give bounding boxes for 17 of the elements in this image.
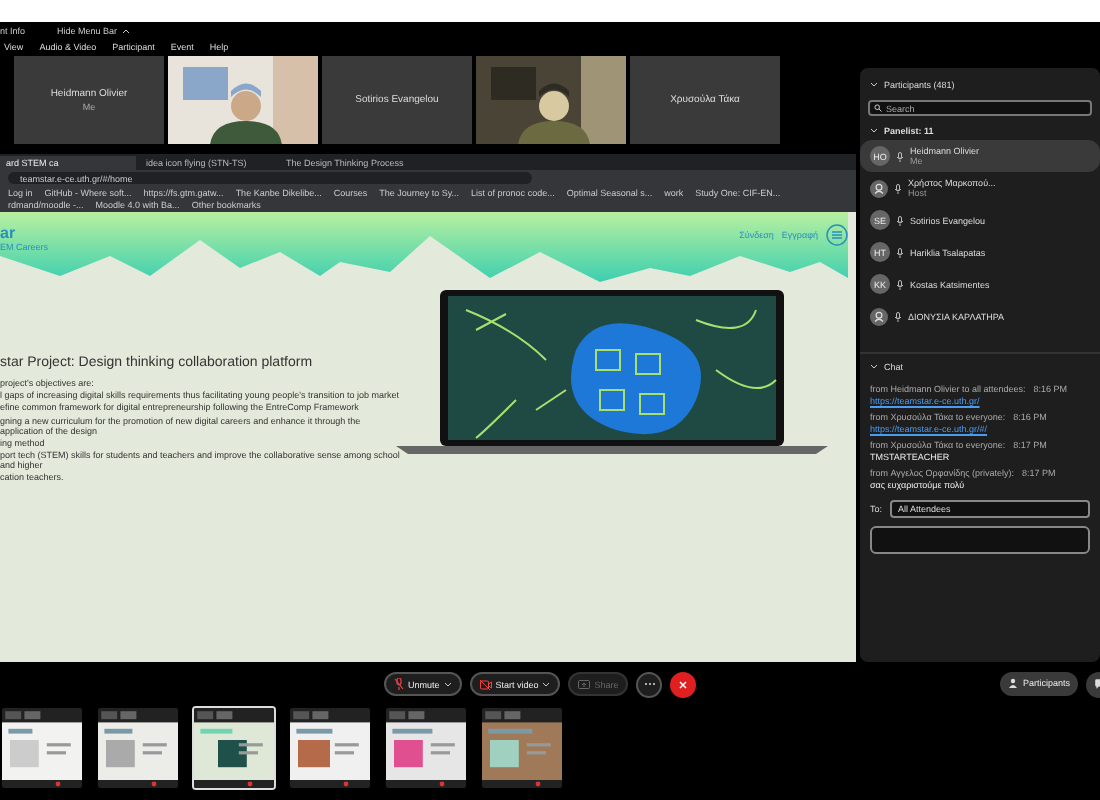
person-icon xyxy=(1008,678,1019,688)
leave-button[interactable] xyxy=(670,671,697,697)
microphone-icon xyxy=(896,215,904,225)
menu-icon[interactable] xyxy=(826,224,848,246)
close-icon xyxy=(678,679,689,689)
microphone-muted-icon xyxy=(394,678,404,690)
microphone-icon xyxy=(896,247,904,257)
message-input[interactable] xyxy=(870,526,1090,554)
search-icon xyxy=(873,104,881,112)
avatar xyxy=(870,179,888,197)
avatar xyxy=(870,307,888,325)
microphone-icon xyxy=(894,311,902,321)
share-screen-icon xyxy=(578,679,591,689)
microphone-icon xyxy=(896,279,904,289)
microphone-icon xyxy=(894,183,902,193)
microphone-icon xyxy=(896,151,904,161)
camera-off-icon xyxy=(479,679,492,689)
